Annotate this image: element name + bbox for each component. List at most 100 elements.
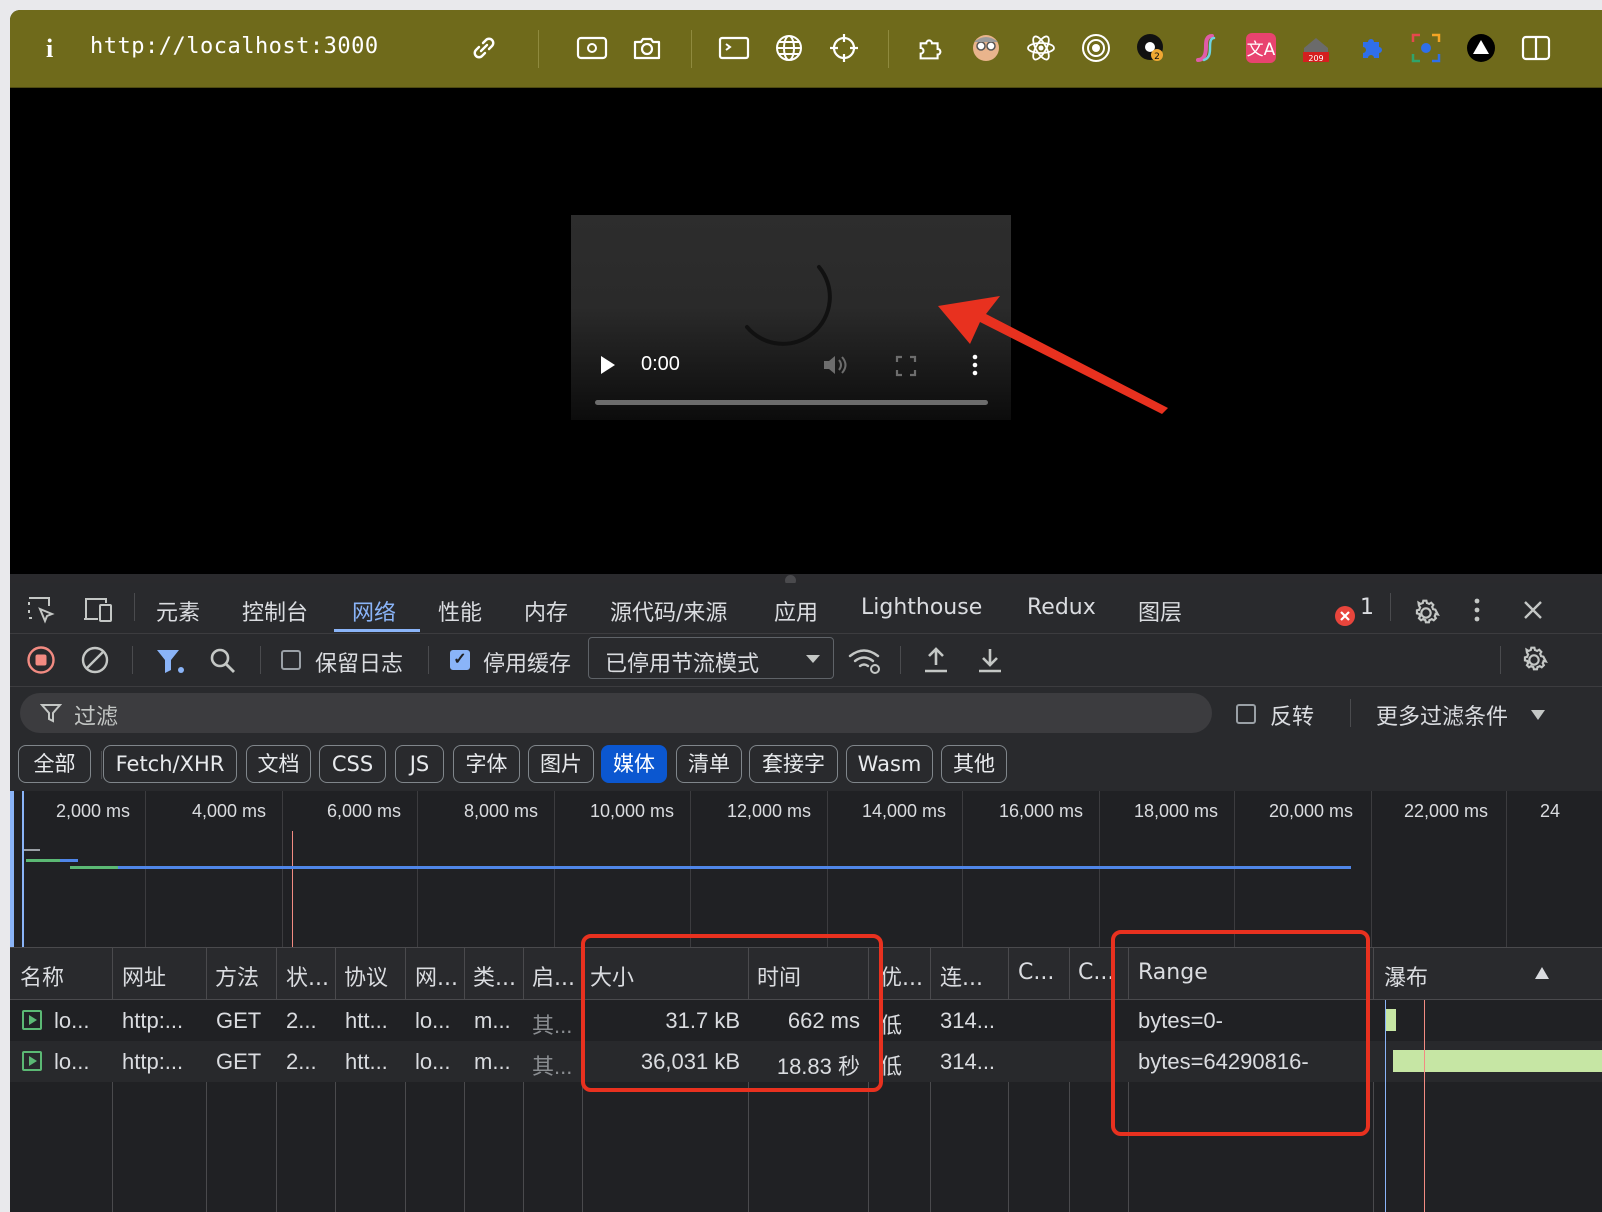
inspect-element-icon[interactable] [26, 595, 56, 625]
timeline-bar [24, 849, 40, 851]
clear-icon[interactable] [80, 645, 110, 675]
react-devtools-icon[interactable] [1025, 32, 1057, 64]
column-method[interactable]: 方法 [215, 960, 259, 992]
translate-extension-icon[interactable]: 文A [1245, 32, 1277, 64]
type-filter-wasm[interactable]: Wasm [846, 745, 933, 783]
play-icon[interactable] [599, 355, 617, 375]
column-url[interactable]: 网址 [122, 960, 166, 992]
timeline-overview[interactable]: 2,000 ms 4,000 ms 6,000 ms 8,000 ms 10,0… [10, 791, 1602, 948]
type-filter-all[interactable]: 全部 [18, 745, 91, 783]
error-icon[interactable] [1334, 605, 1356, 627]
chevron-down-icon [806, 655, 820, 663]
tab-lighthouse[interactable]: Lighthouse [861, 595, 982, 620]
devtools-menu-icon[interactable] [1472, 597, 1482, 623]
annotation-arrow [938, 296, 1168, 414]
target-extension-icon[interactable] [1080, 32, 1112, 64]
site-info-icon[interactable]: i [46, 34, 53, 64]
fullscreen-icon[interactable] [895, 355, 917, 377]
preserve-log-checkbox[interactable] [281, 650, 301, 670]
column-c2[interactable]: C... [1078, 960, 1114, 985]
import-har-icon[interactable] [922, 645, 950, 675]
column-waterfall[interactable]: 瀑布 [1384, 960, 1428, 992]
record-stop-icon[interactable] [26, 645, 56, 675]
type-filter-media[interactable]: 媒体 [601, 745, 667, 783]
terminal-icon[interactable] [718, 32, 750, 64]
tab-elements[interactable]: 元素 [156, 595, 200, 627]
filter-funnel-icon [40, 704, 62, 723]
badge-extension-icon[interactable]: 2 [1135, 32, 1167, 64]
extensions-puzzle-icon[interactable] [915, 32, 947, 64]
vercel-icon[interactable] [1465, 32, 1497, 64]
puzzle-blue-icon[interactable] [1355, 32, 1387, 64]
more-filters-chevron-icon[interactable] [1530, 709, 1546, 721]
camera-icon[interactable] [631, 32, 663, 64]
close-devtools-icon[interactable] [1522, 599, 1544, 621]
cell-initiator[interactable]: 其... [532, 1008, 572, 1040]
timeline-start-handle[interactable] [10, 791, 14, 947]
annotation-box-range [1111, 930, 1370, 1136]
capture-extension-icon[interactable] [1410, 32, 1442, 64]
device-toolbar-icon[interactable] [82, 595, 114, 625]
column-type[interactable]: 类... [473, 960, 516, 992]
timeline-tick: 22,000 ms [1404, 801, 1489, 821]
network-conditions-icon[interactable] [848, 647, 882, 675]
dom-content-loaded-marker [22, 791, 24, 947]
devtools-tabbar: 元素 控制台 网络 性能 内存 源代码/来源 应用 Lighthouse Red… [10, 583, 1602, 634]
type-filter-socket[interactable]: 套接字 [749, 745, 838, 783]
more-filters-dropdown[interactable]: 更多过滤条件 [1376, 699, 1508, 731]
type-filter-other[interactable]: 其他 [941, 745, 1007, 783]
filter-input[interactable]: 过滤 [20, 693, 1212, 733]
link-icon[interactable] [468, 32, 500, 64]
error-count[interactable]: 1 [1360, 595, 1374, 620]
tab-performance[interactable]: 性能 [438, 595, 482, 627]
tab-layers[interactable]: 图层 [1138, 595, 1182, 627]
sort-ascending-icon[interactable] [1534, 966, 1550, 980]
type-filter-manifest[interactable]: 清单 [676, 745, 742, 783]
tab-memory[interactable]: 内存 [524, 595, 568, 627]
type-filter-doc[interactable]: 文档 [246, 745, 311, 783]
type-filter-fetch-xhr[interactable]: Fetch/XHR [103, 745, 237, 783]
tab-console[interactable]: 控制台 [242, 595, 308, 627]
filter-toggle-icon[interactable] [154, 646, 186, 676]
settings-gear-icon[interactable] [1410, 597, 1442, 629]
search-icon[interactable] [208, 646, 238, 676]
type-filter-font[interactable]: 字体 [453, 745, 520, 783]
type-filter-css[interactable]: CSS [319, 745, 386, 783]
disable-cache-label[interactable]: 停用缓存 [483, 646, 571, 678]
crosshair-icon[interactable] [828, 32, 860, 64]
column-priority[interactable]: 优... [880, 960, 923, 992]
column-network[interactable]: 网... [415, 960, 458, 992]
timeline-tick: 10,000 ms [590, 801, 675, 821]
column-name[interactable]: 名称 [20, 960, 64, 992]
sidebar-toggle-icon[interactable] [1520, 32, 1552, 64]
type-filter-img[interactable]: 图片 [528, 745, 594, 783]
cell-initiator[interactable]: 其... [532, 1049, 572, 1081]
address-bar[interactable]: http://localhost:3000 [90, 34, 379, 59]
timeline-tick: 24 [1540, 801, 1561, 821]
invert-checkbox[interactable] [1236, 704, 1256, 724]
tab-application[interactable]: 应用 [774, 595, 818, 627]
tab-network[interactable]: 网络 [352, 595, 396, 627]
invert-label[interactable]: 反转 [1270, 699, 1314, 731]
column-status[interactable]: 状... [286, 960, 329, 992]
disable-cache-checkbox[interactable]: ✓ [450, 650, 470, 670]
globe-icon[interactable] [773, 32, 805, 64]
volume-icon[interactable] [821, 353, 849, 377]
screenshot-area-icon[interactable] [576, 32, 608, 64]
script-extension-icon[interactable] [1190, 32, 1222, 64]
preserve-log-label[interactable]: 保留日志 [315, 646, 403, 678]
column-protocol[interactable]: 协议 [344, 960, 388, 992]
tab-sources[interactable]: 源代码/来源 [610, 595, 727, 627]
column-initiator[interactable]: 启... [532, 960, 575, 992]
export-har-icon[interactable] [976, 645, 1004, 675]
face-extension-icon[interactable] [970, 32, 1002, 64]
devtools-resizer[interactable] [10, 574, 1602, 586]
counter-extension-icon[interactable]: 209 [1300, 32, 1332, 64]
throttling-select[interactable]: 已停用节流模式 [588, 637, 834, 679]
network-settings-icon[interactable] [1518, 644, 1550, 676]
active-tab-indicator [334, 629, 420, 632]
column-c1[interactable]: C... [1018, 960, 1054, 985]
column-connection[interactable]: 连... [940, 960, 983, 992]
type-filter-js[interactable]: JS [395, 745, 444, 783]
tab-redux[interactable]: Redux [1027, 595, 1096, 620]
